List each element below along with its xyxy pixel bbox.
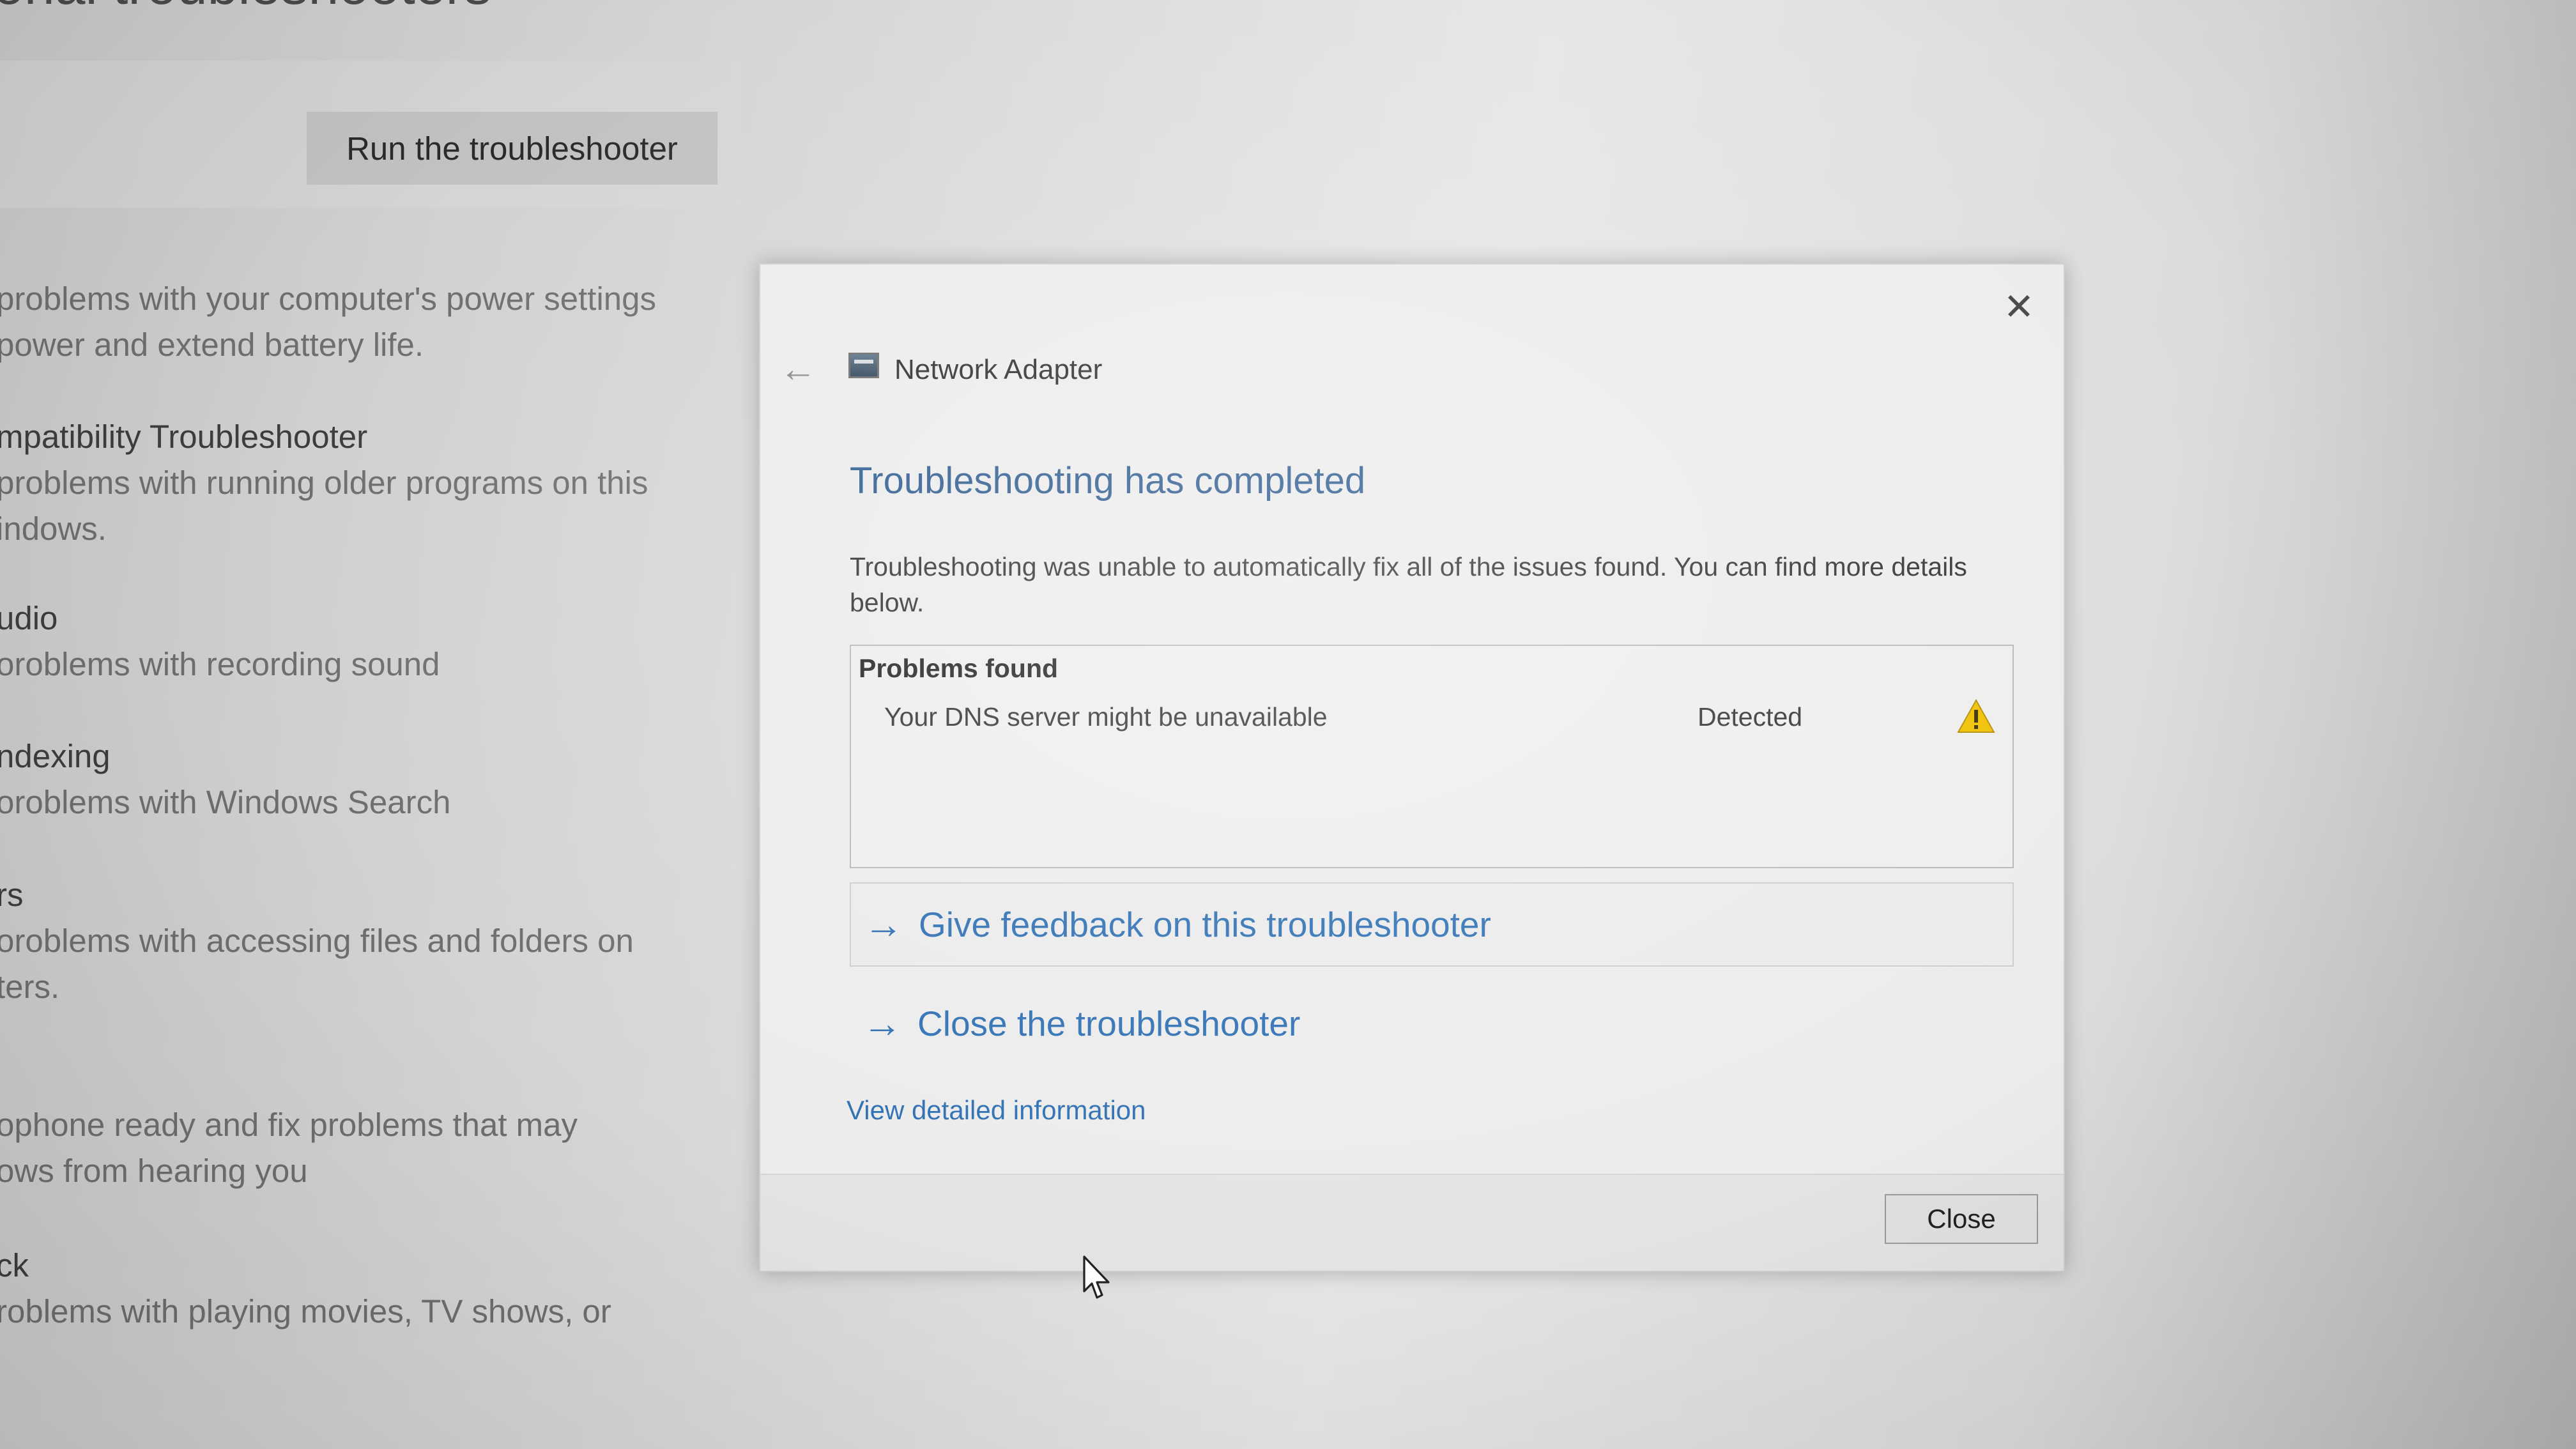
troubleshooter-desc-compatibility-1: problems with running older programs on … [0,464,648,501]
run-troubleshooter-button[interactable]: Run the troubleshooter [307,112,717,185]
troubleshooter-title-video-playback[interactable]: ck [0,1243,29,1289]
troubleshooter-desc-speech-1: ophone ready and fix problems that may [0,1107,578,1143]
close-icon[interactable]: ✕ [2000,286,2038,328]
troubleshooter-title-audio[interactable]: udio [0,595,57,641]
back-arrow-icon[interactable]: ← [779,348,816,390]
give-feedback-link[interactable]: → Give feedback on this troubleshooter [850,882,2014,967]
problem-status: Detected [1698,702,1803,732]
close-troubleshooter-link[interactable]: → Close the troubleshooter [850,981,2014,1066]
problem-text: Your DNS server might be unavailable [884,702,1328,732]
dialog-title: Network Adapter [894,354,1103,385]
problems-found-panel: Problems found Your DNS server might be … [850,645,2014,868]
troubleshooter-desc-power-2: power and extend battery life. [0,326,424,363]
troubleshooter-desc-speech-2: ows from hearing you [0,1153,308,1189]
troubleshooter-desc-audio: oroblems with recording sound [0,646,440,682]
dialog-footer: Close [760,1174,2064,1271]
give-feedback-label: Give feedback on this troubleshooter [919,905,1491,944]
screen: onal troubleshooters Run the troubleshoo… [0,0,2576,1449]
network-adapter-icon [848,353,879,378]
arrow-right-icon: → [862,1001,902,1046]
settings-page-heading: onal troubleshooters [0,0,491,17]
troubleshooter-desc-power-1: problems with your computer's power sett… [0,280,656,317]
problem-row[interactable]: Your DNS server might be unavailable Det… [851,697,2012,742]
result-description: Troubleshooting was unable to automatica… [850,552,1967,617]
problems-found-header: Problems found [859,654,1059,683]
troubleshooter-desc-indexing: oroblems with Windows Search [0,784,451,820]
troubleshooter-title-shared-folders[interactable]: rs [0,872,23,918]
troubleshooter-title-compatibility[interactable]: mpatibility Troubleshooter [0,414,367,460]
troubleshooter-title-indexing[interactable]: ndexing [0,733,111,779]
troubleshooter-dialog: ✕ ← Network Adapter Troubleshooting has … [759,263,2065,1272]
troubleshooter-desc-compatibility-2: indows. [0,510,107,547]
troubleshooter-desc-video-playback: roblems with playing movies, TV shows, o… [0,1293,611,1330]
troubleshooter-desc-shared-folders-2: ters. [0,969,60,1005]
warning-icon [1957,698,1995,733]
close-troubleshooter-label: Close the troubleshooter [917,1004,1301,1043]
troubleshooter-desc-shared-folders-1: oroblems with accessing files and folder… [0,923,634,959]
mouse-cursor-icon [1083,1255,1110,1299]
page-title: Troubleshooting has completed [850,460,1366,502]
view-detailed-information-link[interactable]: View detailed information [847,1095,1146,1126]
arrow-right-icon: → [864,902,903,947]
close-button[interactable]: Close [1885,1194,2038,1244]
